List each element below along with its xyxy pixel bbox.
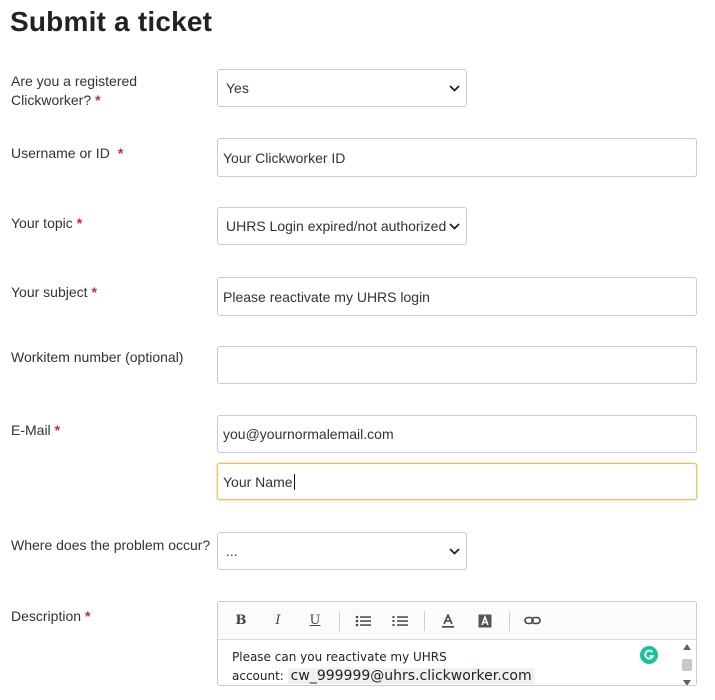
toolbar-divider: [509, 610, 510, 631]
registered-label-line1: Are you a registered: [11, 73, 138, 89]
description-email: cw_999999@uhrs.clickworker.com: [287, 668, 535, 684]
background-color-icon: [478, 614, 492, 627]
description-text-line1: Please can you reactivate my UHRS: [232, 650, 447, 664]
background-color-button[interactable]: [472, 609, 498, 633]
username-input[interactable]: Your Clickworker ID: [217, 138, 697, 177]
workitem-input[interactable]: [217, 346, 697, 384]
required-mark: *: [91, 284, 97, 300]
topic-label-text: Your topic: [11, 215, 73, 231]
italic-button[interactable]: I: [265, 609, 291, 633]
topic-label: Your topic *: [11, 214, 211, 233]
text-color-button[interactable]: [435, 609, 461, 633]
editor-toolbar: B I U: [218, 602, 696, 640]
subject-label-text: Your subject: [11, 284, 88, 300]
subject-input-value: Please reactivate my UHRS login: [223, 288, 430, 305]
subject-input[interactable]: Please reactivate my UHRS login: [217, 277, 697, 316]
problem-location-select-value: ...: [226, 543, 238, 559]
email-label-text: E-Mail: [11, 422, 51, 438]
username-label: Username or ID *: [11, 144, 211, 163]
numbered-list-button[interactable]: [387, 609, 413, 633]
workitem-label: Workitem number (optional): [11, 348, 211, 367]
grammarly-icon[interactable]: [640, 646, 658, 664]
underline-button[interactable]: U: [302, 609, 328, 633]
description-editor[interactable]: B I U Please can you reactivate my UHRS …: [217, 601, 697, 686]
required-mark: *: [85, 608, 91, 624]
subject-label: Your subject *: [11, 283, 211, 302]
page-title: Submit a ticket: [10, 6, 213, 37]
link-button[interactable]: [520, 609, 546, 633]
editor-scrollbar[interactable]: [681, 644, 693, 685]
chevron-down-icon: [448, 545, 460, 557]
text-caret: [293, 473, 295, 490]
required-mark: *: [117, 145, 124, 161]
email-input-value: you@yournormalemail.com: [223, 426, 394, 442]
registered-label: Are you a registered Clickworker? *: [11, 72, 211, 110]
numbered-list-icon: [392, 615, 408, 626]
name-input-value: Your Name: [223, 473, 293, 490]
description-label: Description *: [11, 607, 211, 626]
scroll-thumb[interactable]: [682, 659, 692, 671]
chevron-down-icon: [448, 82, 460, 94]
scroll-up-icon[interactable]: [683, 644, 691, 650]
bold-button[interactable]: B: [228, 609, 254, 633]
problem-location-label: Where does the problem occur?: [11, 536, 216, 555]
text-color-icon: [442, 613, 454, 628]
email-input[interactable]: you@yournormalemail.com: [217, 415, 697, 453]
username-label-text: Username or ID: [11, 145, 110, 161]
bullet-list-icon: [355, 615, 371, 626]
editor-content[interactable]: Please can you reactivate my UHRS accoun…: [218, 640, 696, 685]
username-input-value: Your Clickworker ID: [223, 149, 346, 166]
description-label-text: Description: [11, 608, 82, 624]
description-text-line2-prefix: account:: [232, 669, 288, 683]
topic-select[interactable]: UHRS Login expired/not authorized: [217, 207, 467, 245]
topic-select-value: UHRS Login expired/not authorized: [226, 218, 447, 234]
bullet-list-button[interactable]: [350, 609, 376, 633]
required-mark: *: [54, 422, 61, 438]
problem-location-label-text: Where does the problem occur?: [11, 537, 211, 553]
scroll-down-icon[interactable]: [683, 680, 691, 685]
registered-select[interactable]: Yes: [217, 69, 467, 107]
toolbar-divider: [339, 610, 340, 631]
registered-label-line2: Clickworker?: [11, 92, 92, 108]
required-mark: *: [76, 215, 83, 231]
required-mark: *: [95, 92, 101, 108]
registered-select-value: Yes: [226, 80, 249, 96]
workitem-label-text: Workitem number (optional): [11, 349, 184, 365]
link-icon: [524, 616, 541, 624]
problem-location-select[interactable]: ...: [217, 532, 467, 570]
chevron-down-icon: [448, 220, 460, 232]
name-input[interactable]: Your Name: [217, 463, 697, 500]
toolbar-divider: [424, 610, 425, 631]
email-label: E-Mail *: [11, 421, 211, 440]
